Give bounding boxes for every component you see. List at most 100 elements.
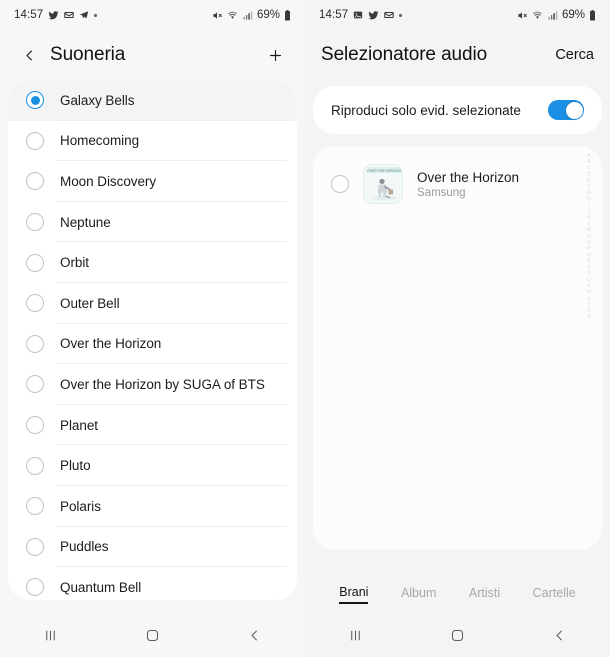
signal-icon <box>242 10 253 21</box>
right-phone-screen: 14:57 69% Selezionatore audio Cerca Ripr… <box>305 0 610 657</box>
table-row[interactable]: Pluto <box>8 445 297 486</box>
ringtone-list: Galaxy Bells Homecoming Moon Discovery Nept… <box>8 80 297 600</box>
index-letter[interactable]: C <box>587 166 591 171</box>
page-title: Selezionatore audio <box>321 44 488 65</box>
ringtone-label: Over the Horizon by SUGA of BTS <box>60 376 265 392</box>
ringtone-radio[interactable] <box>26 213 44 232</box>
album-art: OVER THE HORIZON <box>363 164 403 204</box>
ringtone-label: Over the Horizon <box>60 336 162 352</box>
tab-brani[interactable]: Brani <box>339 585 369 604</box>
alphabet-index-scrollbar[interactable]: A B C D E F G H I J K L M N O P Q R S T U V W X Y Z # <box>583 153 595 320</box>
ringtone-radio[interactable] <box>26 131 44 150</box>
app-bar-actions <box>261 41 289 69</box>
song-title: Over the Horizon <box>417 169 520 185</box>
ringtone-radio[interactable] <box>26 253 44 272</box>
gallery-icon <box>353 10 363 20</box>
telegram-icon <box>79 10 89 20</box>
dot-icon <box>94 13 98 17</box>
ringtone-radio[interactable] <box>26 375 44 394</box>
home-icon[interactable] <box>129 620 175 652</box>
status-bar: 14:57 69% <box>305 0 610 30</box>
status-clock: 14:57 <box>319 9 349 21</box>
mute-icon <box>517 10 528 21</box>
table-row[interactable]: Orbit <box>8 242 297 283</box>
battery-icon <box>589 9 596 21</box>
ringtone-radio[interactable] <box>26 416 44 435</box>
songs-list: OVER THE HORIZON Over the Horizon Samsun… <box>313 146 602 550</box>
ringtone-radio[interactable] <box>26 537 44 556</box>
mute-icon <box>212 10 223 21</box>
app-bar-actions: Cerca <box>555 47 594 63</box>
tab-artisti[interactable]: Artisti <box>469 586 500 603</box>
table-row[interactable]: Puddles <box>8 527 297 568</box>
ringtone-label: Quantum Bell <box>60 579 142 595</box>
index-letter[interactable]: H <box>587 197 591 202</box>
song-artist: Samsung <box>417 186 466 199</box>
back-chevron-icon[interactable] <box>16 42 42 68</box>
status-right: 69% <box>517 9 596 21</box>
index-letter[interactable]: # <box>588 315 591 320</box>
table-row[interactable]: Galaxy Bells <box>8 80 297 121</box>
wifi-icon <box>532 10 543 21</box>
ringtone-radio[interactable] <box>26 172 44 191</box>
list-item[interactable]: OVER THE HORIZON Over the Horizon Samsun… <box>313 146 602 204</box>
table-row[interactable]: Homecoming <box>8 121 297 162</box>
table-row[interactable]: Neptune <box>8 202 297 243</box>
recents-icon[interactable] <box>333 620 379 652</box>
status-left: 14:57 <box>319 9 403 21</box>
tab-album[interactable]: Album <box>401 586 436 603</box>
ringtone-label: Pluto <box>60 458 91 474</box>
svg-text:OVER THE HORIZON: OVER THE HORIZON <box>367 169 401 173</box>
table-row[interactable]: Polaris <box>8 486 297 527</box>
index-letter[interactable]: M <box>587 228 591 233</box>
ringtone-radio[interactable] <box>26 497 44 516</box>
table-row[interactable]: Quantum Bell <box>8 567 297 600</box>
index-letter[interactable]: R <box>587 259 591 264</box>
app-bar: Selezionatore audio Cerca <box>305 30 610 80</box>
table-row[interactable]: Moon Discovery <box>8 161 297 202</box>
status-clock: 14:57 <box>14 9 44 21</box>
status-bar: 14:57 69% <box>0 0 305 30</box>
add-ringtone-button[interactable] <box>261 41 289 69</box>
ringtone-radio[interactable] <box>26 294 44 313</box>
ringtone-radio[interactable] <box>26 578 44 597</box>
search-button[interactable]: Cerca <box>555 47 594 63</box>
index-letter[interactable]: W <box>587 290 592 295</box>
ringtone-label: Neptune <box>60 214 111 230</box>
page-title: Suoneria <box>50 44 126 65</box>
dot-icon <box>399 13 403 17</box>
ringtone-label: Polaris <box>60 498 101 514</box>
dual-screenshot: 14:57 69% Suoneria Galaxy Bells Homecomi… <box>0 0 610 657</box>
table-row[interactable]: Outer Bell <box>8 283 297 324</box>
song-radio[interactable] <box>331 175 349 193</box>
play-selected-only-label: Riproduci solo evid. selezionate <box>331 102 521 118</box>
navigation-bar <box>0 614 305 657</box>
ringtone-label: Orbit <box>60 255 90 271</box>
song-text: Over the Horizon Samsung <box>417 170 519 199</box>
ringtone-radio[interactable] <box>26 456 44 475</box>
ringtone-label: Outer Bell <box>60 295 120 311</box>
battery-icon <box>284 9 291 21</box>
status-right: 69% <box>212 9 291 21</box>
mail-icon <box>64 10 74 20</box>
play-selected-only-row[interactable]: Riproduci solo evid. selezionate <box>313 86 602 134</box>
signal-icon <box>547 10 558 21</box>
recents-icon[interactable] <box>28 620 74 652</box>
battery-label: 69% <box>561 9 585 21</box>
back-icon[interactable] <box>231 620 277 652</box>
ringtone-radio[interactable] <box>26 334 44 353</box>
table-row[interactable]: Planet <box>8 405 297 446</box>
twitter-icon <box>48 10 59 21</box>
back-icon[interactable] <box>536 620 582 652</box>
table-row[interactable]: Over the Horizon by SUGA of BTS <box>8 364 297 405</box>
ringtone-radio[interactable] <box>26 91 44 110</box>
tab-cartelle[interactable]: Cartelle <box>533 586 576 603</box>
app-bar: Suoneria <box>0 30 305 80</box>
status-left: 14:57 <box>14 9 98 21</box>
ringtone-label: Moon Discovery <box>60 173 157 189</box>
ringtone-label: Homecoming <box>60 133 140 149</box>
play-selected-only-toggle[interactable] <box>548 100 584 120</box>
wifi-icon <box>227 10 238 21</box>
home-icon[interactable] <box>434 620 480 652</box>
table-row[interactable]: Over the Horizon <box>8 324 297 365</box>
